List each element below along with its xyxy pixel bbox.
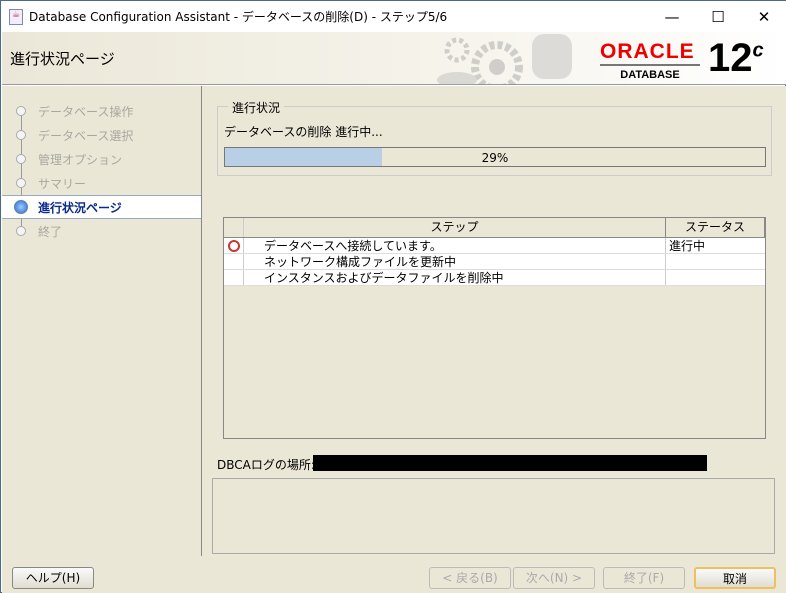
header-banner: 進行状況ページ ORACLE DATABASE 12c	[2, 32, 786, 85]
content-area: データベース操作 データベース選択 管理オプション サマリー 進行状況ページ 終…	[2, 86, 786, 593]
log-location-label: DBCAログの場所:	[217, 458, 315, 472]
row-step: ネットワーク構成ファイルを更新中	[244, 254, 666, 269]
progress-group: 進行状況 データベースの削除 進行中... 29%	[217, 99, 772, 176]
step-item-summary: サマリー	[2, 171, 201, 195]
row-step: インスタンスおよびデータファイルを削除中	[244, 270, 666, 285]
page-title: 進行状況ページ	[10, 50, 115, 68]
row-step: データベースへ接続しています。	[244, 238, 666, 253]
header-step: ステップ	[244, 218, 666, 237]
step-dot-active-icon	[14, 200, 28, 214]
title-bar: ☕ Database Configuration Assistant - データ…	[1, 1, 786, 32]
step-label: 進行状況ページ	[38, 200, 122, 215]
step-dot-icon	[16, 106, 26, 116]
database-label: DATABASE	[600, 64, 700, 81]
clock-icon	[227, 239, 240, 252]
row-status	[666, 254, 765, 269]
gears-graphic-icon	[437, 34, 572, 85]
row-status: 進行中	[669, 239, 706, 253]
step-dot-icon	[16, 130, 26, 140]
cancel-button[interactable]: 取消	[694, 567, 776, 589]
version-number: 12	[708, 36, 753, 80]
step-dot-icon	[16, 178, 26, 188]
step-dot-icon	[16, 226, 26, 236]
steps-table: ステップ ステータス データベースへ接続しています。 進行中 ネットワーク構成ファイ…	[223, 217, 766, 439]
progress-group-label: 進行状況	[228, 99, 285, 116]
step-label: 管理オプション	[38, 152, 123, 167]
version-suffix: c	[752, 39, 764, 62]
step-item-management-options: 管理オプション	[2, 147, 201, 171]
table-row: ネットワーク構成ファイルを更新中	[224, 254, 765, 270]
step-label: サマリー	[38, 176, 87, 191]
step-item-database-selection: データベース選択	[2, 123, 201, 147]
progress-message: データベースの削除 進行中...	[224, 125, 383, 139]
table-row: データベースへ接続しています。 進行中	[224, 238, 765, 254]
step-item-progress: 進行状況ページ	[2, 195, 201, 219]
back-button[interactable]: < 戻る(B)	[429, 567, 511, 589]
step-label: データベース操作	[38, 104, 134, 119]
header-status: ステータス	[666, 218, 765, 237]
step-item-database-operation: データベース操作	[2, 99, 201, 123]
finish-button[interactable]: 終了(F)	[603, 567, 685, 589]
step-dot-icon	[16, 154, 26, 164]
row-status	[666, 270, 765, 285]
step-item-finish: 終了	[2, 219, 201, 243]
version-logo: 12c	[708, 36, 764, 81]
close-button[interactable]: ✕	[741, 1, 786, 32]
table-row: インスタンスおよびデータファイルを削除中	[224, 270, 765, 286]
minimize-button[interactable]: —	[649, 1, 695, 32]
window-title: Database Configuration Assistant - データベー…	[29, 10, 448, 24]
step-label: データベース選択	[38, 128, 134, 143]
java-icon: ☕	[9, 8, 23, 25]
oracle-logo: ORACLE	[600, 40, 695, 63]
table-header: ステップ ステータス	[224, 218, 765, 238]
redacted-log-path	[313, 455, 707, 471]
next-button[interactable]: 次へ(N) >	[513, 567, 595, 589]
maximize-button[interactable]: ☐	[695, 1, 741, 32]
step-label: 終了	[38, 224, 63, 239]
step-navigator: データベース操作 データベース選択 管理オプション サマリー 進行状況ページ 終…	[2, 86, 202, 556]
help-button[interactable]: ヘルプ(H)	[12, 567, 94, 589]
progress-bar: 29%	[224, 147, 766, 167]
window: ☕ Database Configuration Assistant - データ…	[0, 0, 786, 593]
log-details-area[interactable]	[212, 478, 775, 554]
progress-percent: 29%	[481, 151, 509, 165]
